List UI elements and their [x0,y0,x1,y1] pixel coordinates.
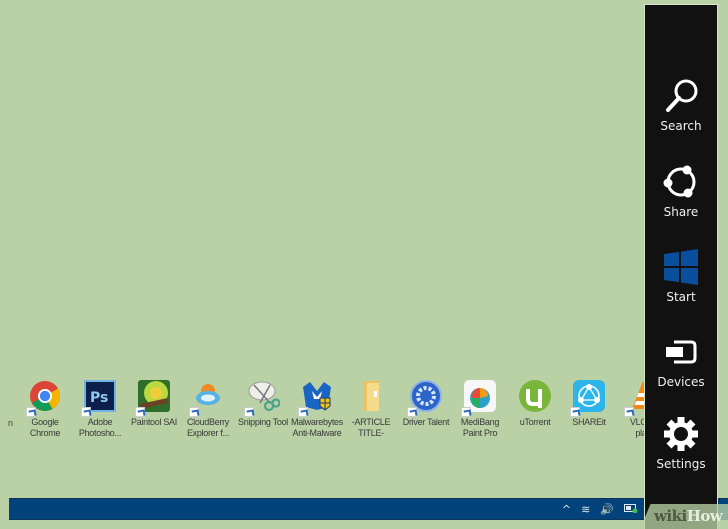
desktop-icon-shareit[interactable]: SHAREit [558,376,620,446]
desktop-icon-paintool-sai[interactable]: Paintool SAI [123,376,185,446]
settings-gear-icon [664,417,698,451]
volume-icon[interactable]: 🔊 [600,500,614,520]
svg-text:Ps: Ps [90,390,108,406]
charm-search[interactable]: Search [645,77,717,147]
watermark-text: wikiHow [654,507,723,525]
driver-talent-icon [407,379,443,417]
charm-label: Search [660,119,702,133]
utorrent-icon [518,379,552,413]
devices-icon [666,340,697,364]
shortcut-arrow-icon [135,407,145,417]
search-icon [666,79,698,112]
windows-logo-icon [664,249,698,285]
icon-label: Adobe Photosho... [78,417,122,438]
taskbar: ^ ≋ 🔊 [9,498,728,520]
desktop-icon-medibang-paint-pro[interactable]: MediBang Paint Pro [449,376,511,446]
charms-bar: Search Share Start Devices Settings [645,5,717,529]
shortcut-arrow-icon [26,407,36,417]
snipping-tool-icon [244,379,281,417]
desktop: n Google Chrome Ps Adobe Photosho... Pai… [0,0,728,529]
battery-icon[interactable] [624,500,638,520]
desktop-icon-google-chrome[interactable]: Google Chrome [14,376,76,446]
icon-label: SHAREit [572,417,606,427]
charm-settings[interactable]: Settings [645,415,717,485]
chrome-icon [26,379,62,417]
desktop-icon-utorrent[interactable]: uTorrent [504,376,566,446]
desktop-icon-cloudberry-explorer[interactable]: CloudBerry Explorer f... [177,376,239,446]
medibang-icon [461,379,497,417]
desktop-icon-article-title-folder[interactable]: -ARTICLE TITLE- [340,376,402,446]
icon-label: Google Chrome [29,417,61,438]
folder-icon [354,379,388,413]
icon-label: MediBang Paint Pro [460,417,500,438]
show-hidden-icons-button[interactable]: ^ [562,500,571,520]
shareit-icon [570,379,606,417]
charm-label: Devices [657,375,705,389]
charm-label: Settings [656,457,706,471]
icon-label: Malwarebytes Anti-Malware [291,417,343,438]
shortcut-arrow-icon [461,407,471,417]
icon-label: Snipping Tool [238,417,288,427]
cloudberry-icon [189,379,225,417]
icon-label: Paintool SAI [131,417,177,427]
shortcut-arrow-icon [298,407,308,417]
icon-label: -ARTICLE TITLE- [351,417,391,438]
shortcut-arrow-icon [81,407,91,417]
malwarebytes-icon [298,379,334,417]
charm-devices[interactable]: Devices [645,333,717,403]
system-tray: ^ ≋ 🔊 [562,499,638,521]
wifi-icon[interactable]: ≋ [581,500,590,520]
icon-label: uTorrent [519,417,551,427]
charm-share[interactable]: Share [645,163,717,233]
charm-label: Share [663,205,699,219]
charm-start[interactable]: Start [645,248,717,318]
shortcut-arrow-icon [570,407,580,417]
icon-label: Driver Talent [402,417,450,427]
paintool-sai-icon [135,379,171,417]
desktop-icon-malwarebytes[interactable]: Malwarebytes Anti-Malware [286,376,348,446]
share-icon [663,165,696,198]
wikihow-watermark: wikiHow [640,504,728,529]
desktop-icon-snipping-tool[interactable]: Snipping Tool [232,376,294,446]
photoshop-icon: Ps [81,379,117,417]
shortcut-arrow-icon [624,407,634,417]
desktop-icon-row: Google Chrome Ps Adobe Photosho... Paint… [0,376,660,446]
desktop-icon-adobe-photoshop[interactable]: Ps Adobe Photosho... [69,376,131,446]
shortcut-arrow-icon [407,407,417,417]
charm-label: Start [666,290,696,304]
shortcut-arrow-icon [189,407,199,417]
shortcut-arrow-icon [244,407,254,417]
desktop-icon-driver-talent[interactable]: Driver Talent [395,376,457,446]
icon-label: CloudBerry Explorer f... [186,417,230,438]
